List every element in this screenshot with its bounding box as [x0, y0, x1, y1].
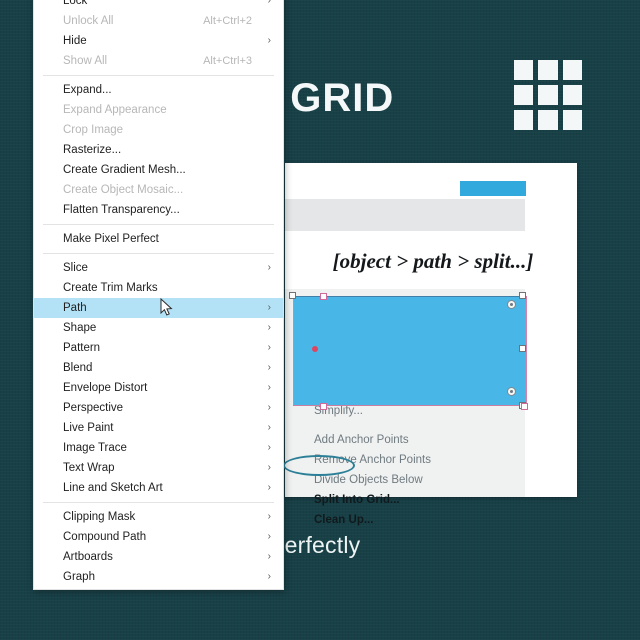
- chevron-right-icon: ›: [267, 382, 271, 393]
- chevron-right-icon: ›: [267, 511, 271, 522]
- menu-item-flatten-transparency[interactable]: Flatten Transparency...: [34, 200, 283, 220]
- menu-item-artboards[interactable]: Artboards ›: [34, 547, 283, 567]
- menu-separator: [43, 253, 274, 254]
- chevron-right-icon: ›: [267, 302, 271, 313]
- anchor-point-bottom[interactable]: [320, 403, 327, 410]
- anchor-point-bottom-right[interactable]: [521, 403, 528, 410]
- menu-item-hide[interactable]: Hide ›: [34, 31, 283, 51]
- menu-item-image-trace[interactable]: Image Trace ›: [34, 438, 283, 458]
- menu-item-rasterize[interactable]: Rasterize...: [34, 140, 283, 160]
- marker-dot: [312, 346, 318, 352]
- chevron-right-icon: ›: [267, 571, 271, 582]
- chevron-right-icon: ›: [267, 462, 271, 473]
- selection-outline-top: [293, 296, 525, 297]
- selection-outline-bottom: [293, 405, 525, 406]
- menu-item-envelope-distort[interactable]: Envelope Distort ›: [34, 378, 283, 398]
- anchor-point-top[interactable]: [320, 293, 327, 300]
- menu-item-perspective[interactable]: Perspective ›: [34, 398, 283, 418]
- menu-separator: [43, 224, 274, 225]
- menu-item-expand[interactable]: Expand...: [34, 80, 283, 100]
- chevron-right-icon: ›: [267, 531, 271, 542]
- divide-objects-highlight-ellipse: [283, 455, 355, 476]
- live-corner-widget-bottom[interactable]: [507, 387, 516, 396]
- chevron-right-icon: ›: [267, 482, 271, 493]
- menu-item-slice[interactable]: Slice ›: [34, 258, 283, 278]
- chevron-right-icon: ›: [267, 35, 271, 46]
- menu-item-crop-image: Crop Image: [63, 124, 124, 136]
- menu-item-clipping-mask[interactable]: Clipping Mask ›: [34, 507, 283, 527]
- menu-item-show-all: Show All Alt+Ctrl+3: [34, 51, 283, 71]
- menu-item-make-pixel-perfect[interactable]: Make Pixel Perfect: [34, 229, 283, 249]
- menu-item-lock[interactable]: Lock ›: [34, 0, 283, 11]
- selection-rectangle[interactable]: [293, 296, 527, 406]
- chevron-right-icon: ›: [267, 551, 271, 562]
- menu-item-create-object-mosaic: Create Object Mosaic...: [63, 184, 184, 196]
- menu-item-create-gradient-mesh[interactable]: Create Gradient Mesh...: [34, 160, 283, 180]
- menu-item-text-wrap[interactable]: Text Wrap ›: [34, 458, 283, 478]
- toolbar-swatch: [460, 181, 526, 196]
- menu-item-shortcut: Alt+Ctrl+2: [203, 15, 252, 27]
- toolbar-strip: [285, 199, 525, 231]
- chevron-right-icon: ›: [267, 402, 271, 413]
- menu-item-blend[interactable]: Blend ›: [34, 358, 283, 378]
- menu-item-path[interactable]: Path ›: [34, 298, 283, 318]
- menu-item-live-paint[interactable]: Live Paint ›: [34, 418, 283, 438]
- chevron-right-icon: ›: [267, 342, 271, 353]
- live-corner-widget-top[interactable]: [507, 300, 516, 309]
- chevron-right-icon: ›: [267, 0, 271, 6]
- menu-item-create-trim-marks[interactable]: Create Trim Marks: [34, 278, 283, 298]
- menu-separator: [43, 75, 274, 76]
- menu-item-line-and-sketch-art[interactable]: Line and Sketch Art ›: [34, 478, 283, 498]
- menu-item-graph[interactable]: Graph ›: [34, 567, 283, 587]
- bounding-handle-middle-right[interactable]: [519, 345, 526, 352]
- menu-separator: [43, 502, 274, 503]
- chevron-right-icon: ›: [267, 442, 271, 453]
- formula-caption: [object > path > split...]: [332, 249, 534, 273]
- menu-item-shape[interactable]: Shape ›: [34, 318, 283, 338]
- bounding-handle-top-left[interactable]: [289, 292, 296, 299]
- menu-item-shortcut: Alt+Ctrl+3: [203, 55, 252, 67]
- slide-canvas: O GRID ting layouts with perfectly ers. …: [0, 0, 640, 640]
- menu-item-unlock-all: Unlock All Alt+Ctrl+2: [34, 11, 283, 31]
- chevron-right-icon: ›: [267, 322, 271, 333]
- chevron-right-icon: ›: [267, 362, 271, 373]
- chevron-right-icon: ›: [267, 422, 271, 433]
- menu-item-expand-appearance: Expand Appearance: [63, 104, 167, 116]
- bounding-handle-top-right[interactable]: [519, 292, 526, 299]
- menu-item-pattern[interactable]: Pattern ›: [34, 338, 283, 358]
- object-context-menu[interactable]: Lock › Unlock All Alt+Ctrl+2 Hide › Show All Al…: [33, 0, 284, 590]
- chevron-right-icon: ›: [267, 262, 271, 273]
- menu-item-compound-path[interactable]: Compound Path ›: [34, 527, 283, 547]
- grid-3x3-icon: [514, 60, 582, 130]
